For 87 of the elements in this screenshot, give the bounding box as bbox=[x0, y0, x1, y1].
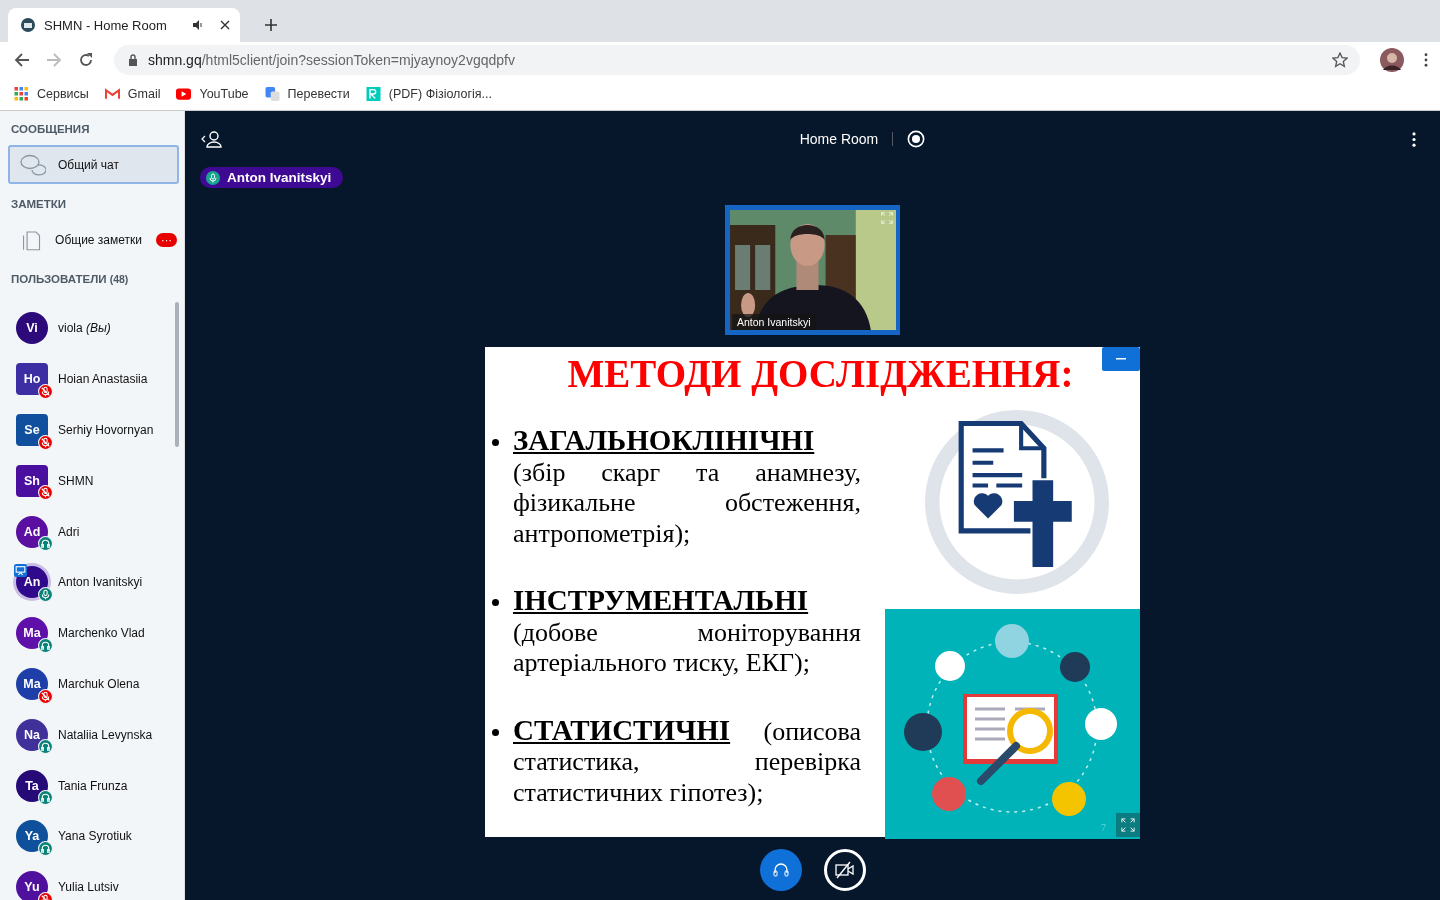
user-item[interactable]: Ma Marchenko Vlad bbox=[8, 607, 175, 659]
user-name: Yana Syrotiuk bbox=[58, 829, 132, 844]
user-item[interactable]: Ma Marchuk Olena bbox=[8, 658, 175, 710]
bullet-icon bbox=[492, 728, 499, 736]
star-icon[interactable] bbox=[1332, 51, 1348, 68]
section-heading: ПОЛЬЗОВАТЕЛИ bbox=[11, 273, 107, 285]
user-name: Marchuk Olena bbox=[58, 676, 140, 691]
close-icon[interactable] bbox=[220, 20, 230, 30]
section-heading: ЗАМЕТКИ bbox=[11, 198, 68, 210]
bullet-text: ІНСТРУМЕНТАЛЬНІ (добове моніторування артеріального тиску, ЕКГ); bbox=[513, 585, 861, 679]
unread-badge: ··· bbox=[156, 232, 177, 247]
user-name: Tania Frunza bbox=[58, 778, 128, 793]
translate-icon bbox=[264, 86, 280, 101]
document-site-icon bbox=[365, 86, 381, 101]
chat-item[interactable]: Общий чат bbox=[8, 145, 179, 184]
user-name: Adri bbox=[58, 524, 80, 539]
apps-grid-icon bbox=[14, 86, 29, 101]
user-item[interactable]: Se Serhiy Hovornyan bbox=[8, 404, 175, 456]
user-avatar: Ad bbox=[16, 515, 48, 548]
user-avatar: Na bbox=[16, 718, 48, 751]
user-name: Marchenko Vlad bbox=[58, 626, 145, 641]
video-name-label: Anton Ivanitskyi bbox=[732, 314, 816, 330]
user-item[interactable]: Ta Tania Frunza bbox=[8, 760, 175, 811]
page-number: 7 bbox=[1101, 822, 1106, 833]
minimize-icon bbox=[1116, 358, 1126, 360]
avatar-icon[interactable] bbox=[1380, 47, 1404, 72]
user-name: Nataliia Levynska bbox=[58, 727, 153, 742]
user-count: (48) bbox=[109, 273, 129, 285]
mail-icon bbox=[104, 86, 120, 101]
user-name: Anton Ivanitskyi bbox=[58, 575, 143, 590]
user-item[interactable]: Sh SHMN bbox=[8, 455, 175, 507]
user-avatar: Ma bbox=[16, 667, 48, 700]
user-item[interactable]: An Anton Ivanitskyi bbox=[8, 557, 175, 608]
bullet-text: СТАТИСТИЧНІ (описова статистика, перевірка статистичних гіпотез); bbox=[513, 714, 861, 808]
user-name: Serhiy Hovornyan bbox=[58, 423, 154, 437]
user-name: viola (Вы) bbox=[58, 321, 111, 336]
lock-icon bbox=[128, 53, 138, 66]
fullscreen-button[interactable] bbox=[1116, 813, 1140, 837]
scrollbar[interactable] bbox=[175, 302, 179, 447]
bullet-text: ЗАГАЛЬНОКЛІНІЧНІ (збір скарг та анамнезу, фізикальне обстеження, антропометрія); bbox=[513, 425, 861, 549]
user-name: Hoian Anastasiia bbox=[58, 372, 148, 387]
bookmark[interactable]: Gmail bbox=[104, 86, 161, 101]
bookmark[interactable]: Перевести bbox=[264, 86, 350, 101]
notes-item[interactable]: Общие заметки ··· bbox=[8, 220, 179, 259]
user-avatar: Yu bbox=[16, 871, 48, 900]
user-item[interactable]: Na Nataliia Levynska bbox=[8, 709, 175, 761]
section-heading: СООБЩЕНИЯ bbox=[11, 123, 91, 135]
user-name: Yulia Lutsiv bbox=[58, 880, 119, 895]
bullet-icon bbox=[492, 599, 499, 606]
microphone-icon bbox=[206, 170, 220, 185]
speaker-icon[interactable] bbox=[192, 19, 204, 31]
url-text: shmn.gq/html5client/join?sessionToken=mjyaynoy2vgqdpfv bbox=[148, 51, 516, 68]
reload-icon[interactable] bbox=[78, 51, 94, 68]
user-avatar: Ma bbox=[16, 617, 48, 650]
bookmark[interactable]: Сервисы bbox=[14, 86, 89, 101]
audio-button[interactable] bbox=[759, 849, 802, 891]
new-tab-icon[interactable] bbox=[264, 18, 278, 32]
bookmark[interactable]: YouTube bbox=[176, 86, 249, 101]
user-name: SHMN bbox=[58, 473, 94, 488]
back-icon[interactable] bbox=[14, 51, 30, 68]
bookmark[interactable]: (PDF) Фізіологія... bbox=[365, 86, 492, 101]
camera-off-icon bbox=[833, 861, 856, 879]
user-item[interactable]: Ho Hoian Anastasiia bbox=[8, 353, 175, 405]
address-bar[interactable]: shmn.gq/html5client/join?sessionToken=mjyaynoy2vgqdpfv bbox=[114, 44, 1360, 75]
user-avatar: Ta bbox=[16, 769, 48, 802]
play-icon bbox=[176, 86, 192, 101]
user-avatar: Vi bbox=[16, 312, 48, 345]
fullscreen-icon bbox=[1121, 818, 1135, 832]
user-item[interactable]: Ya Yana Syrotiuk bbox=[8, 810, 175, 862]
talking-indicator: Anton Ivanitskyi bbox=[200, 167, 344, 188]
user-item[interactable]: Ad Adri bbox=[8, 506, 175, 557]
tab-title: SHMN - Home Room bbox=[44, 17, 168, 33]
more-options-icon[interactable] bbox=[1412, 131, 1416, 147]
user-avatar: Ya bbox=[16, 820, 48, 853]
user-item[interactable]: Vi viola (Вы) bbox=[8, 303, 175, 354]
browser-tab[interactable]: SHMN - Home Room bbox=[8, 8, 240, 42]
camera-button[interactable] bbox=[823, 849, 866, 891]
chat-icon bbox=[20, 152, 46, 177]
meeting-title: Home Room bbox=[799, 131, 879, 147]
site-logo-icon bbox=[20, 17, 36, 33]
bullet-icon bbox=[492, 439, 499, 446]
headphones-icon bbox=[770, 860, 791, 880]
menu-icon[interactable] bbox=[1424, 52, 1428, 67]
slide-title: МЕТОДИ ДОСЛІДЖЕННЯ: bbox=[566, 353, 1075, 395]
record-icon[interactable] bbox=[907, 130, 926, 148]
toggle-users-icon[interactable] bbox=[201, 130, 223, 148]
user-item[interactable]: Yu Yulia Lutsiv bbox=[8, 861, 175, 900]
